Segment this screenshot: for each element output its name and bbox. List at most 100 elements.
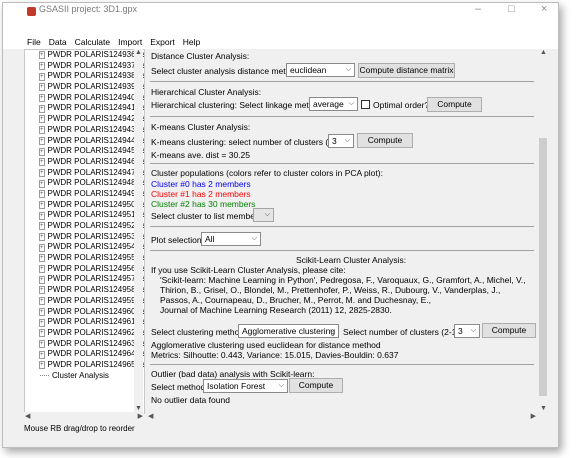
clustering-method-select[interactable]: Agglomerative clustering ⌵: [238, 324, 339, 338]
tree-item[interactable]: + PWDR POLARIS124948.gs: [25, 178, 144, 189]
tree-item[interactable]: + PWDR POLARIS124946.gs: [25, 157, 144, 168]
tree-item[interactable]: + PWDR POLARIS124965.gs: [25, 360, 144, 371]
expand-icon[interactable]: +: [39, 136, 45, 145]
tree-item[interactable]: + PWDR POLARIS124947.gs: [25, 168, 144, 179]
maximize-button[interactable]: □: [508, 3, 515, 15]
expand-icon[interactable]: +: [39, 179, 45, 188]
tree-item[interactable]: + PWDR POLARIS124938.gs: [25, 71, 144, 82]
expand-icon[interactable]: +: [39, 329, 45, 338]
expand-icon[interactable]: +: [39, 147, 45, 156]
expand-icon[interactable]: +: [39, 168, 45, 177]
menu-help[interactable]: Help: [179, 36, 204, 49]
expand-icon[interactable]: +: [39, 350, 45, 359]
menu-export[interactable]: Export: [146, 36, 179, 49]
panel-horizontal-scrollbar[interactable]: ◀ ▶: [146, 412, 538, 421]
linkage-method-select[interactable]: average ⌵: [309, 97, 358, 111]
tree-item[interactable]: + PWDR POLARIS124951.gs: [25, 210, 144, 221]
tree-item[interactable]: + PWDR POLARIS124950.gs: [25, 200, 144, 211]
expand-icon[interactable]: +: [39, 307, 45, 316]
scroll-up-icon[interactable]: ▲: [135, 49, 142, 56]
menu-calculate[interactable]: Calculate: [71, 36, 114, 49]
data-tree[interactable]: + PWDR POLARIS124936.gs + PWDR POLARIS1249…: [24, 49, 145, 414]
outlier-method-select[interactable]: Isolation Forest ⌵: [203, 379, 288, 393]
plot-selection-label: Plot selection:: [151, 235, 204, 245]
compute-distance-matrix-button[interactable]: Compute distance matrix: [358, 63, 455, 78]
expand-icon[interactable]: +: [39, 72, 45, 81]
tree-item[interactable]: + PWDR POLARIS124957.gs: [25, 274, 144, 285]
tree-item[interactable]: + PWDR POLARIS124958.gs: [25, 285, 144, 296]
expand-icon[interactable]: +: [39, 297, 45, 306]
scroll-up-icon[interactable]: ▲: [540, 49, 547, 56]
tree-item[interactable]: + PWDR POLARIS124956.gs: [25, 264, 144, 275]
expand-icon[interactable]: +: [39, 339, 45, 348]
expand-icon[interactable]: +: [39, 361, 45, 370]
tree-item[interactable]: + PWDR POLARIS124953.gs: [25, 232, 144, 243]
scroll-left-icon[interactable]: ◀: [25, 412, 30, 420]
tree-item[interactable]: + PWDR POLARIS124954.gs: [25, 242, 144, 253]
tree-item[interactable]: + PWDR POLARIS124937.gs: [25, 61, 144, 72]
tree-item[interactable]: + PWDR POLARIS124960.gs: [25, 307, 144, 318]
tree-item[interactable]: + PWDR POLARIS124944.gs: [25, 136, 144, 147]
kmeans-clusters-select[interactable]: 3 ⌵: [328, 134, 354, 148]
scroll-down-icon[interactable]: ▼: [135, 405, 142, 412]
expand-icon[interactable]: +: [39, 318, 45, 327]
plot-selection-select[interactable]: All ⌵: [201, 232, 261, 246]
expand-icon[interactable]: +: [39, 243, 45, 252]
scroll-down-icon[interactable]: ▼: [540, 405, 547, 412]
tree-item-cluster-analysis[interactable]: Cluster Analysis: [25, 371, 144, 382]
kmeans-compute-button[interactable]: Compute: [357, 133, 413, 148]
menu-import[interactable]: Import: [114, 36, 146, 49]
menu-data[interactable]: Data: [45, 36, 71, 49]
hierarchical-compute-button[interactable]: Compute: [427, 97, 482, 112]
expand-icon[interactable]: +: [39, 211, 45, 220]
tree-item[interactable]: + PWDR POLARIS124945.gs: [25, 146, 144, 157]
scroll-left-icon[interactable]: ◀: [148, 412, 153, 420]
scroll-right-icon[interactable]: ▶: [138, 412, 143, 420]
distance-method-select[interactable]: euclidean ⌵: [286, 63, 355, 77]
list-members-select[interactable]: ⌵: [253, 208, 274, 222]
tree-item[interactable]: + PWDR POLARIS124962.gs: [25, 328, 144, 339]
tree-horizontal-scrollbar[interactable]: ◀ ▶: [24, 412, 144, 421]
tree-vertical-scrollbar[interactable]: ▲ ▼: [134, 49, 143, 412]
scroll-right-icon[interactable]: ▶: [531, 412, 536, 420]
panel-vertical-scrollbar[interactable]: ▲ ▼: [538, 49, 548, 412]
tree-item[interactable]: + PWDR POLARIS124940.gs: [25, 93, 144, 104]
tree-item[interactable]: + PWDR POLARIS124959.gs: [25, 296, 144, 307]
expand-icon[interactable]: +: [39, 254, 45, 263]
expand-icon[interactable]: +: [39, 233, 45, 242]
expand-icon[interactable]: +: [39, 94, 45, 103]
tree-item[interactable]: + PWDR POLARIS124936.gs: [25, 50, 144, 61]
tree-item[interactable]: + PWDR POLARIS124949.gs: [25, 189, 144, 200]
expand-icon[interactable]: +: [39, 83, 45, 92]
scikit-clusters-select[interactable]: 3 ⌵: [454, 324, 480, 338]
expand-icon[interactable]: +: [39, 51, 45, 60]
tree-item[interactable]: + PWDR POLARIS124942.gs: [25, 114, 144, 125]
menu-file[interactable]: File: [3, 36, 45, 49]
tree-item[interactable]: + PWDR POLARIS124963.gs: [25, 339, 144, 350]
tree-item[interactable]: + PWDR POLARIS124955.gs: [25, 253, 144, 264]
expand-icon[interactable]: +: [39, 104, 45, 113]
expand-icon[interactable]: +: [39, 286, 45, 295]
expand-icon[interactable]: +: [39, 158, 45, 167]
expand-icon[interactable]: +: [39, 115, 45, 124]
outlier-compute-button[interactable]: Compute: [289, 378, 343, 393]
scrollbar-thumb[interactable]: [539, 138, 547, 396]
expand-icon[interactable]: +: [39, 222, 45, 231]
tree-item[interactable]: + PWDR POLARIS124961.gs: [25, 317, 144, 328]
tree-item[interactable]: + PWDR POLARIS124941.gs: [25, 103, 144, 114]
expand-icon[interactable]: +: [39, 190, 45, 199]
tree-item[interactable]: + PWDR POLARIS124943.gs: [25, 125, 144, 136]
optimal-order-checkbox[interactable]: [361, 100, 370, 109]
tree-item[interactable]: + PWDR POLARIS124939.gs: [25, 82, 144, 93]
expand-icon[interactable]: +: [39, 126, 45, 135]
expand-icon[interactable]: +: [39, 200, 45, 209]
expand-icon[interactable]: +: [39, 275, 45, 284]
tree-item[interactable]: + PWDR POLARIS124964.gs: [25, 349, 144, 360]
minimize-button[interactable]: –: [475, 3, 481, 15]
scikit-compute-button[interactable]: Compute: [482, 323, 536, 338]
expand-icon[interactable]: +: [39, 62, 45, 71]
tree-item[interactable]: + PWDR POLARIS124952.gs: [25, 221, 144, 232]
divider: [150, 81, 534, 82]
expand-icon[interactable]: +: [39, 265, 45, 274]
close-button[interactable]: ×: [541, 3, 547, 15]
